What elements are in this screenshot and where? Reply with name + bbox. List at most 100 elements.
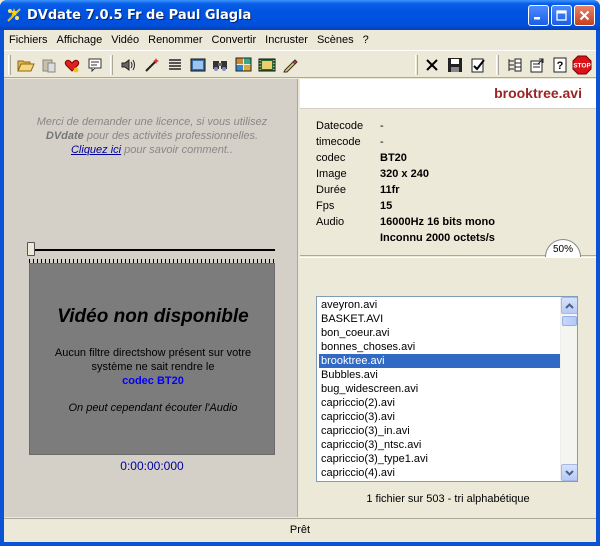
stop-button[interactable]: STOP <box>572 55 592 75</box>
film-icon <box>258 58 276 72</box>
magic-wand-button[interactable] <box>142 55 162 75</box>
chevron-up-icon <box>565 302 574 309</box>
list-item[interactable]: Bubbles.avi <box>319 368 561 382</box>
checklist-button[interactable] <box>468 55 488 75</box>
delete-button[interactable] <box>422 55 442 75</box>
close-button[interactable] <box>574 5 595 26</box>
comment-button[interactable] <box>85 55 105 75</box>
video-audio-note: On peut cependant écouter l'Audio <box>68 402 238 414</box>
paste-icon <box>42 59 56 73</box>
volume-gauge[interactable]: 50% <box>545 239 581 257</box>
find-icon <box>213 61 227 71</box>
save-button[interactable] <box>445 55 465 75</box>
list-item[interactable]: bonnes_choses.avi <box>319 340 561 354</box>
menu-convertir[interactable]: Convertir <box>207 34 261 46</box>
info-label: timecode <box>316 136 361 148</box>
list-item[interactable]: bon_coeur.avi <box>319 326 561 340</box>
toolbar-separator <box>496 55 499 75</box>
app-window: DVdate 7.0.5 Fr de Paul Glagla Fichiers … <box>0 0 600 546</box>
file-info-panel: Datecode - timecode - codec BT20 Image 3… <box>300 110 596 257</box>
license-line2: DVdate pour des activités professionnell… <box>14 129 290 143</box>
client-area: Fichiers Affichage Vidéo Renommer Conver… <box>4 30 596 542</box>
list-item[interactable]: capriccio(2).avi <box>319 396 561 410</box>
sound-icon <box>121 59 135 71</box>
list-item[interactable]: BASKET.AVI <box>319 312 561 326</box>
toolbar-separator <box>415 55 418 75</box>
status-bar: Prêt <box>4 518 596 542</box>
list-item[interactable]: capriccio(4).avi <box>319 466 561 480</box>
info-value: Inconnu 2000 octets/s <box>380 232 495 244</box>
sound-button[interactable] <box>119 55 139 75</box>
window-title: DVdate 7.0.5 Fr de Paul Glagla <box>27 8 252 23</box>
comment-icon <box>88 58 102 73</box>
info-label: Fps <box>316 200 335 212</box>
favorite-button[interactable] <box>62 55 82 75</box>
list-item[interactable]: aveyron.avi <box>319 298 561 312</box>
title-bar[interactable]: DVdate 7.0.5 Fr de Paul Glagla <box>0 0 600 30</box>
svg-text:?: ? <box>557 60 564 72</box>
toolbar: ? STOP <box>4 50 596 78</box>
scroll-thumb[interactable] <box>562 316 577 326</box>
video-area[interactable]: Vidéo non disponible Aucun filtre direct… <box>29 263 275 455</box>
menu-video[interactable]: Vidéo <box>106 34 143 46</box>
info-label: codec <box>316 152 346 164</box>
help-button[interactable]: ? <box>550 55 570 75</box>
properties-button[interactable] <box>527 55 547 75</box>
list-item[interactable]: capriccio(3)_ntsc.avi <box>319 438 561 452</box>
scroll-up-button[interactable] <box>561 297 577 314</box>
menu-fichiers[interactable]: Fichiers <box>4 34 52 46</box>
dvdate-app-icon[interactable] <box>6 7 22 23</box>
frame-icon <box>190 58 206 72</box>
info-label: Durée <box>316 184 346 196</box>
minimize-button[interactable] <box>528 5 549 26</box>
list-button[interactable] <box>165 55 185 75</box>
menu-bar: Fichiers Affichage Vidéo Renommer Conver… <box>4 30 596 49</box>
scroll-down-button[interactable] <box>561 464 577 481</box>
film-button[interactable] <box>257 55 277 75</box>
toolbar-separator <box>110 55 113 75</box>
preview-panel: Merci de demander une licence, si vous u… <box>4 79 298 517</box>
menu-help[interactable]: ? <box>358 34 373 46</box>
menu-renommer[interactable]: Renommer <box>143 34 206 46</box>
file-list-scrollbar[interactable] <box>560 297 577 481</box>
help-icon: ? <box>553 57 567 73</box>
video-codec-line: codec BT20 <box>122 375 184 387</box>
video-message-line1: Aucun filtre directshow présent sur votr… <box>54 347 252 359</box>
frame-button[interactable] <box>188 55 208 75</box>
license-line3-rest: pour savoir comment.. <box>121 144 233 156</box>
menu-affichage[interactable]: Affichage <box>52 34 107 46</box>
edit-pen-button[interactable] <box>280 55 300 75</box>
info-label: Datecode <box>316 120 364 132</box>
image-grid-button[interactable] <box>234 55 254 75</box>
info-value: 15 <box>380 200 393 212</box>
list-item[interactable]: bug_widescreen.avi <box>319 382 561 396</box>
paste-button[interactable] <box>39 55 59 75</box>
list-item[interactable]: capriccio(3).avi <box>319 410 561 424</box>
list-item[interactable]: capriccio(3)_in.avi <box>319 424 561 438</box>
timeline-slider-thumb[interactable] <box>27 242 35 256</box>
menu-scenes[interactable]: Scènes <box>312 34 358 46</box>
list-icon <box>169 59 181 70</box>
video-message-line2: système ne sait rendre le <box>91 361 215 373</box>
license-line3: Cliquez ici pour savoir comment.. <box>14 143 290 157</box>
open-folder-button[interactable] <box>16 55 36 75</box>
info-value: 11fr <box>380 184 400 196</box>
menu-incruster[interactable]: Incruster <box>260 34 312 46</box>
info-value: - <box>380 136 384 148</box>
toolbar-grip[interactable] <box>8 55 11 75</box>
stop-icon: STOP <box>572 55 592 75</box>
timeline-slider[interactable] <box>29 249 275 251</box>
maximize-icon <box>556 10 567 21</box>
info-value: 16000Hz 16 bits mono <box>380 216 495 228</box>
current-filename: brooktree.avi <box>494 85 582 101</box>
list-item[interactable]: capriccio(3)_type1.avi <box>319 452 561 466</box>
license-notice: Merci de demander une licence, si vous u… <box>14 115 290 157</box>
file-list[interactable]: aveyron.avi BASKET.AVI bon_coeur.avi bon… <box>316 296 578 482</box>
maximize-button[interactable] <box>551 5 572 26</box>
tree-button[interactable] <box>504 55 524 75</box>
stop-label: STOP <box>573 63 591 70</box>
find-button[interactable] <box>211 55 231 75</box>
info-label: Image <box>316 168 347 180</box>
license-link[interactable]: Cliquez ici <box>71 144 121 156</box>
list-item-selected[interactable]: brooktree.avi <box>319 354 561 368</box>
